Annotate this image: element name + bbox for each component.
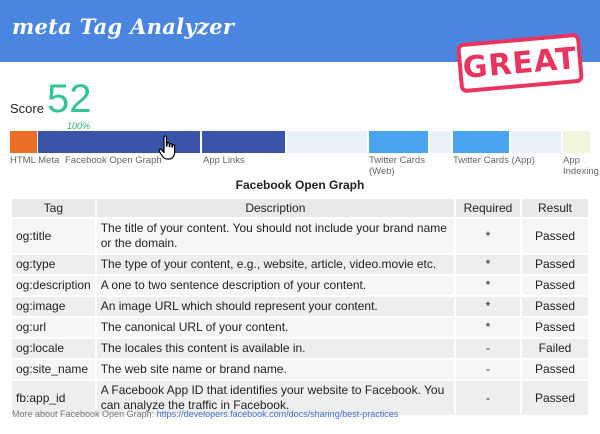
tag-result: Passed [522,297,588,316]
tag-name: og:title [12,219,95,253]
column-header-result: Result [522,199,588,217]
tag-required: * [456,255,520,274]
category-segment-twitter-cards-app[interactable] [453,131,509,153]
table-row: og:url The canonical URL of your content… [12,318,588,337]
table-row: og:description A one to two sentence des… [12,276,588,295]
category-segment-empty-2 [430,131,451,153]
app-title: meta Tag Analyzer [12,14,235,39]
tag-name: og:type [12,255,95,274]
tag-name: og:url [12,318,95,337]
footer-note: More about Facebook Open Graph: https://… [12,409,398,419]
tag-name: og:description [12,276,95,295]
category-label-facebook-open-graph[interactable]: Facebook Open Graph [65,155,162,166]
score-value: 52 [47,77,92,121]
tag-result: Passed [522,276,588,295]
tag-table: Tag Description Required Result og:title… [10,197,590,417]
tag-required: * [456,219,520,253]
tag-required: - [456,381,520,415]
stamp-label: GREAT [461,40,579,86]
category-segment-empty-3 [511,131,561,153]
tag-name: og:locale [12,339,95,358]
great-stamp: GREAT [456,32,584,94]
tag-result: Passed [522,255,588,274]
score-label: Score [10,101,44,116]
section-title: Facebook Open Graph [235,178,365,192]
tag-description: An image URL which should represent your… [96,297,454,316]
category-segment-html-meta[interactable] [10,131,37,153]
category-label-app-indexing[interactable]: App Indexing [563,155,599,177]
tag-required: * [456,297,520,316]
tag-description: The web site name or brand name. [96,360,454,379]
table-row: og:type The type of your content, e.g., … [12,255,588,274]
column-header-description: Description [96,199,454,217]
tag-description: The locales this content is available in… [96,339,454,358]
tag-required: * [456,318,520,337]
tag-name: og:image [12,297,95,316]
tag-name: og:site_name [12,360,95,379]
footer-text: More about Facebook Open Graph: [12,409,157,419]
tag-description: The canonical URL of your content. [96,318,454,337]
category-label-twitter-cards-web[interactable]: Twitter Cards (Web) [369,155,429,177]
tag-result: Passed [522,219,588,253]
tag-required: - [456,339,520,358]
tag-description: A one to two sentence description of you… [96,276,454,295]
tag-result: Passed [522,318,588,337]
category-label-app-links[interactable]: App Links [203,155,245,166]
tag-result: Failed [522,339,588,358]
tag-result: Passed [522,360,588,379]
tag-description: The type of your content, e.g., website,… [96,255,454,274]
column-header-required: Required [456,199,520,217]
category-label-html-meta[interactable]: HTML Meta [10,155,59,166]
table-row: og:locale The locales this content is av… [12,339,588,358]
tag-result: Passed [522,381,588,415]
tag-required: - [456,360,520,379]
table-row: og:site_name The web site name or brand … [12,360,588,379]
category-label-twitter-cards-app[interactable]: Twitter Cards (App) [453,155,535,166]
best-practices-link[interactable]: https://developers.facebook.com/docs/sha… [157,409,399,419]
category-segment-empty-1 [287,131,367,153]
score-percent: 100% [67,121,91,131]
category-segment-app-indexing[interactable] [563,131,590,153]
tag-description: The title of your content. You should no… [96,219,454,253]
table-row: og:title The title of your content. You … [12,219,588,253]
hand-cursor-icon [158,135,176,160]
category-segment-app-links[interactable] [202,131,285,153]
table-row: og:image An image URL which should repre… [12,297,588,316]
column-header-tag: Tag [12,199,95,217]
category-segment-twitter-cards-web[interactable] [369,131,428,153]
tag-required: * [456,276,520,295]
